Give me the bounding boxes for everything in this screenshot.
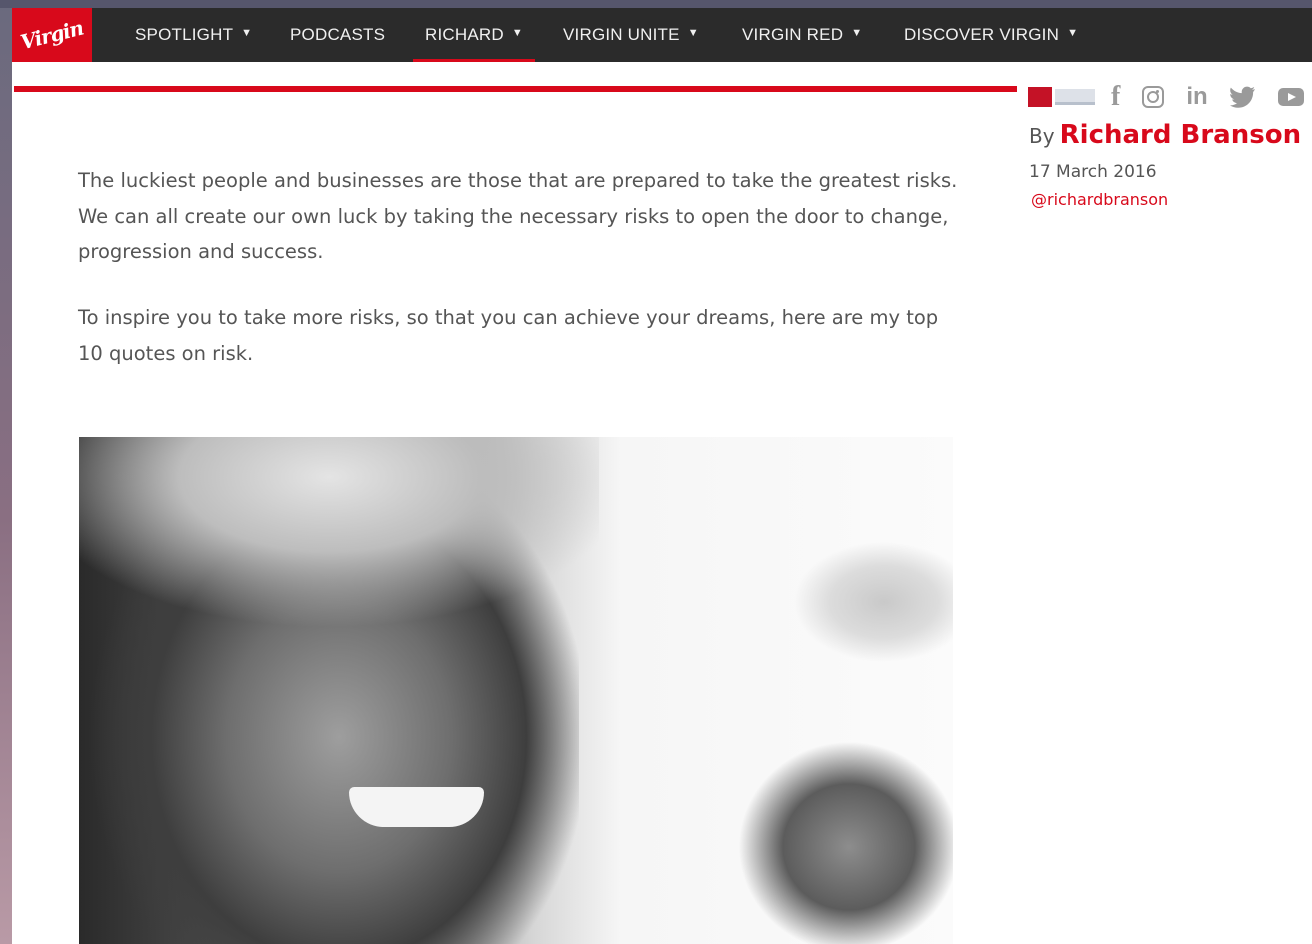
caret-down-icon: ▼ (851, 27, 863, 39)
nav-item-label: PODCASTS (290, 25, 386, 44)
author-byline: By Richard Branson (1029, 120, 1301, 150)
virgin-logo[interactable]: Virgin (12, 8, 92, 62)
youtube-icon[interactable] (1277, 88, 1304, 106)
publish-date: 17 March 2016 (1029, 162, 1157, 182)
nav-item-label: SPOTLIGHT (135, 25, 234, 44)
caret-down-icon: ▼ (241, 27, 253, 39)
nav-item-label: DISCOVER VIRGIN (904, 25, 1060, 44)
article-paragraph: The luckiest people and businesses are t… (78, 169, 958, 263)
twitter-handle-link[interactable]: @richardbranson (1031, 190, 1168, 209)
author-name-link[interactable]: Richard Branson (1060, 120, 1301, 150)
caret-down-icon: ▼ (511, 27, 523, 39)
by-label: By (1029, 124, 1055, 148)
thumbnail-image[interactable] (1028, 87, 1052, 107)
window-top-strip (0, 0, 1312, 8)
thumbnail-image[interactable] (1055, 89, 1095, 105)
nav-item-spotlight[interactable]: SPOTLIGHT ▼ (135, 8, 252, 62)
nav-item-richard[interactable]: RICHARD ▼ (413, 8, 535, 62)
nav-item-label: VIRGIN UNITE (563, 25, 680, 44)
nav-item-podcasts[interactable]: PODCASTS (290, 8, 385, 62)
share-bar: f in (1028, 81, 1304, 113)
linkedin-icon[interactable]: in (1186, 83, 1207, 111)
nav-item-discover-virgin[interactable]: DISCOVER VIRGIN ▼ (904, 8, 1078, 62)
logo-text: Virgin (18, 15, 86, 55)
nav-item-label: VIRGIN RED (742, 25, 844, 44)
photo-smile-shading (349, 787, 484, 827)
caret-down-icon: ▼ (687, 27, 699, 39)
article-hero-photo (79, 437, 953, 944)
photo-fist-shading (739, 737, 953, 944)
photo-hair-shading (79, 437, 599, 637)
instagram-icon[interactable] (1142, 86, 1165, 108)
facebook-icon[interactable]: f (1111, 81, 1120, 113)
twitter-icon[interactable] (1229, 86, 1256, 108)
article-paragraph: To inspire you to take more risks, so th… (78, 306, 939, 365)
red-divider (14, 86, 1017, 92)
caret-down-icon: ▼ (1067, 27, 1079, 39)
nav-item-label: RICHARD (425, 25, 504, 44)
nav-item-virgin-red[interactable]: VIRGIN RED ▼ (742, 8, 862, 62)
page: Virgin SPOTLIGHT ▼ PODCASTS RICHARD ▼ VI… (12, 8, 1312, 944)
top-navigation-bar: Virgin SPOTLIGHT ▼ PODCASTS RICHARD ▼ VI… (12, 8, 1312, 62)
nav-item-virgin-unite[interactable]: VIRGIN UNITE ▼ (563, 8, 699, 62)
